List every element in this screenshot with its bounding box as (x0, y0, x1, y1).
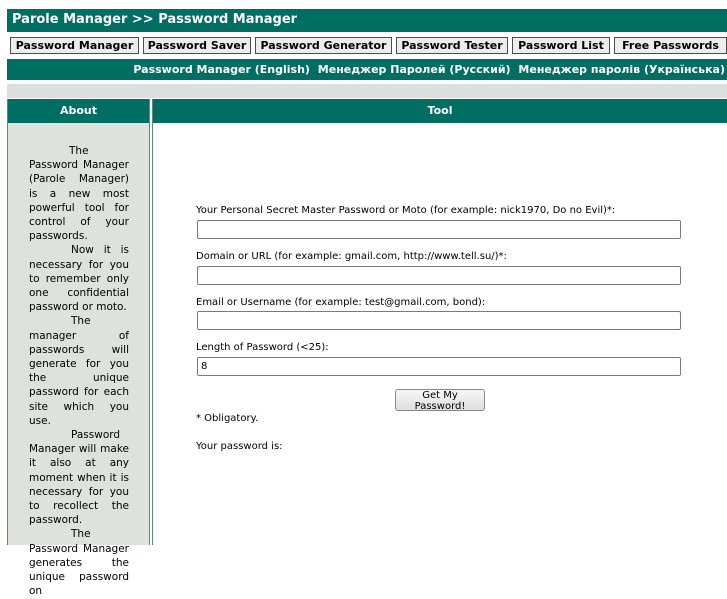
nav-password-manager[interactable]: Password Manager (10, 37, 139, 54)
domain-input[interactable] (197, 266, 681, 285)
about-paragraph: Password Manager will make it also at an… (29, 429, 129, 527)
nav-password-saver[interactable]: Password Saver (143, 37, 251, 54)
username-input[interactable] (197, 311, 681, 330)
length-input[interactable] (197, 357, 681, 376)
nav-free-passwords[interactable]: Free Passwords (614, 37, 727, 54)
length-label: Length of Password (<25): (196, 342, 329, 353)
language-bar: Password Manager (English) Менеджер Паро… (7, 59, 727, 80)
spacer-bar (7, 84, 727, 98)
obligatory-note: * Obligatory. (196, 413, 259, 424)
master-password-input[interactable] (197, 220, 681, 239)
domain-label: Domain or URL (for example: gmail.com, h… (196, 251, 507, 262)
nav-password-generator[interactable]: Password Generator (255, 37, 392, 54)
lang-english-link[interactable]: Password Manager (English) (133, 63, 310, 76)
about-text: The Password Manager (Parole Manager) is… (29, 144, 129, 599)
result-label: Your password is: (196, 441, 283, 452)
tool-heading: Tool (153, 99, 727, 123)
about-sidebar: About The Password Manager (Parole Manag… (7, 99, 150, 597)
about-paragraph: Now it is necessary for you to remember … (29, 244, 129, 314)
about-paragraph: The manager of passwords will generate f… (29, 315, 129, 427)
tool-panel: Tool Your Personal Secret Master Passwor… (152, 99, 727, 545)
about-paragraph: The Password Manager generates the uniqu… (29, 528, 129, 598)
master-password-label: Your Personal Secret Master Password or … (196, 205, 616, 216)
lang-ukrainian-link[interactable]: Менеджер паролів (Українська) (518, 63, 725, 76)
get-password-button[interactable]: Get My Password! (395, 389, 485, 412)
nav-password-list[interactable]: Password List (512, 37, 610, 54)
about-heading: About (8, 99, 149, 123)
username-label: Email or Username (for example: test@gma… (196, 297, 486, 308)
lang-russian-link[interactable]: Менеджер Паролей (Русский) (318, 63, 511, 76)
nav-password-tester[interactable]: Password Tester (396, 37, 508, 54)
top-nav: Password Manager Password Saver Password… (10, 37, 727, 55)
about-paragraph: The Password Manager (Parole Manager) is… (29, 145, 129, 243)
page-title: Parole Manager >> Password Manager (7, 9, 727, 32)
